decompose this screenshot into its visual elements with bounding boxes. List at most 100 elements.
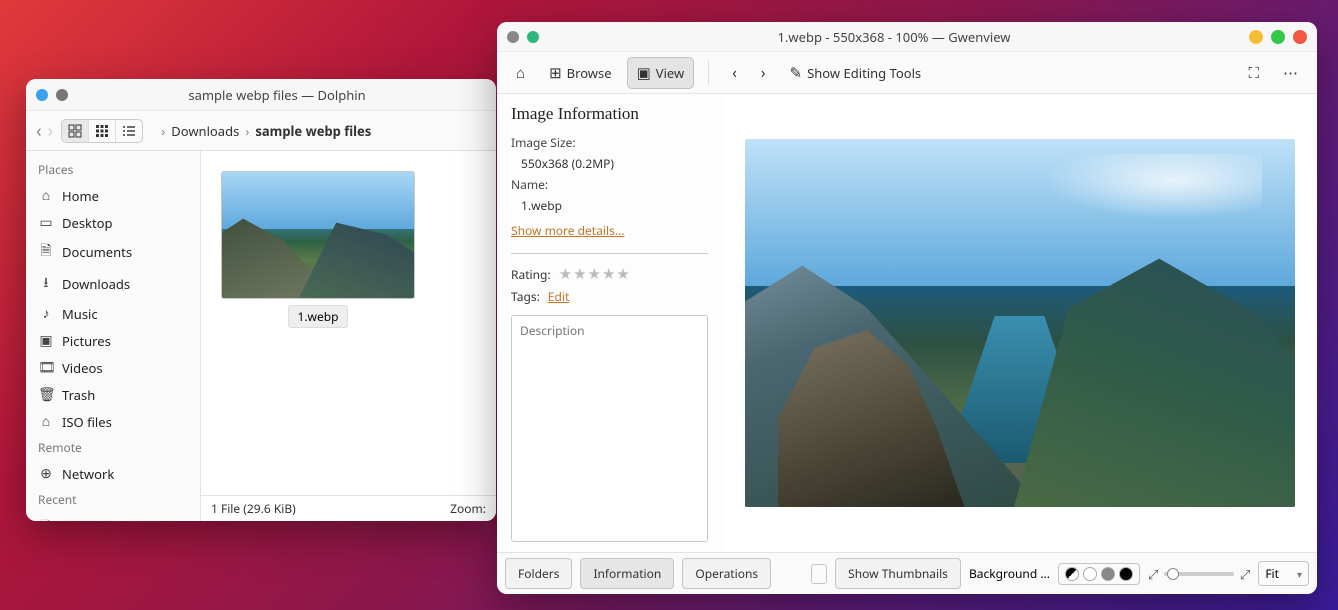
sidebar-item-desktop[interactable]: ▭ Desktop <box>26 209 200 236</box>
background-color-picker[interactable] <box>1058 563 1140 585</box>
sidebar-item-home[interactable]: ⌂Home <box>26 182 200 209</box>
sidebar-item-iso[interactable]: ⌂ISO files <box>26 408 200 435</box>
sidebar-item-recent-files[interactable]: 🗎Recent Files <box>26 512 200 521</box>
zoom-in-icon[interactable]: ⤢ <box>1240 565 1250 583</box>
image-viewer[interactable] <box>722 94 1317 552</box>
sidebar-item-label: Trash <box>62 386 95 404</box>
pictures-icon: ▣ <box>38 331 54 350</box>
next-button[interactable]: › <box>752 58 775 88</box>
bg-color-white[interactable] <box>1083 567 1097 581</box>
tags-edit-link[interactable]: Edit <box>548 288 569 305</box>
breadcrumb: › Downloads › sample webp files <box>161 122 371 140</box>
file-view: 1.webp 1 File (29.6 KiB) Zoom: <box>201 151 496 521</box>
bg-color-grey[interactable] <box>1101 567 1115 581</box>
browse-label: Browse <box>567 64 612 82</box>
gwenview-title: 1.webp - 550x368 - 100% — Gwenview <box>539 28 1249 46</box>
chevron-right-icon: › <box>761 63 766 83</box>
displayed-image <box>745 139 1295 507</box>
window-controls <box>36 89 68 101</box>
zoom-out-icon[interactable]: ⤢ <box>1148 565 1158 583</box>
minimize-button[interactable] <box>1249 30 1263 44</box>
file-item[interactable]: 1.webp <box>221 171 415 328</box>
prev-button[interactable]: ‹ <box>723 58 746 88</box>
gwenview-bottom-bar: Folders Information Operations Show Thum… <box>497 552 1317 594</box>
close-button[interactable] <box>1293 30 1307 44</box>
view-button[interactable]: ▣View <box>627 57 695 89</box>
music-icon: ♪ <box>38 304 54 323</box>
sidebar-item-label: ISO files <box>62 413 112 431</box>
tab-operations[interactable]: Operations <box>682 558 771 589</box>
view-icons-small-button[interactable] <box>89 120 116 142</box>
dolphin-titlebar: sample webp files — Dolphin <box>26 79 496 111</box>
rating-stars[interactable]: ★★★★★ <box>559 264 631 284</box>
forward-button[interactable]: › <box>48 119 54 143</box>
sidebar-item-network[interactable]: ⊕Network <box>26 460 200 487</box>
sidebar-item-label: Music <box>62 305 98 323</box>
sidebar-item-trash[interactable]: 🗑Trash <box>26 381 200 408</box>
sidebar-item-pictures[interactable]: ▣Pictures <box>26 327 200 354</box>
tab-folders[interactable]: Folders <box>505 558 572 589</box>
home-button[interactable]: ⌂ <box>507 58 534 88</box>
dolphin-statusbar: 1 File (29.6 KiB) Zoom: <box>201 495 496 521</box>
breadcrumb-sep: › <box>161 122 165 140</box>
gwenview-window: 1.webp - 550x368 - 100% — Gwenview ⌂ ⊞Br… <box>497 22 1317 594</box>
fit-dropdown[interactable]: Fit ▾ <box>1258 561 1309 586</box>
view-mode-group <box>61 119 143 143</box>
sidebar-item-downloads[interactable]: ⭳Downloads <box>26 268 200 300</box>
titlebar-dot-grey[interactable] <box>507 31 519 43</box>
sidebar-item-documents[interactable]: 🗎 Documents <box>26 236 200 268</box>
breadcrumb-downloads[interactable]: Downloads <box>171 122 239 140</box>
window-dot-grey[interactable] <box>56 89 68 101</box>
sidebar-item-label: Downloads <box>62 275 130 293</box>
chevron-down-icon: ▾ <box>1297 567 1302 581</box>
sidebar-item-label: Desktop <box>62 214 113 232</box>
show-more-details-link[interactable]: Show more details... <box>511 222 708 239</box>
status-text: 1 File (29.6 KiB) <box>211 500 296 517</box>
show-thumbnails-button[interactable]: Show Thumbnails <box>835 558 961 589</box>
zoom-label: Zoom: <box>450 500 486 517</box>
image-size-value: 550x368 (0.2MP) <box>511 155 708 172</box>
maximize-button[interactable] <box>1271 30 1285 44</box>
thumbnail-toggle-icon[interactable] <box>811 564 827 584</box>
description-input[interactable] <box>511 315 708 542</box>
document-icon: 🗎 <box>38 240 54 264</box>
gwenview-titlebar: 1.webp - 550x368 - 100% — Gwenview <box>497 22 1317 52</box>
window-dot-blue[interactable] <box>36 89 48 101</box>
information-panel: Image Information Image Size: 550x368 (0… <box>497 94 722 552</box>
fullscreen-button[interactable]: ⛶ <box>1239 58 1268 88</box>
tags-label: Tags: <box>511 288 540 305</box>
zoom-slider[interactable]: ⤢ ⤢ <box>1148 565 1250 583</box>
sidebar-item-label: Documents <box>62 243 132 261</box>
desktop-icon: ▭ <box>38 213 54 232</box>
gwenview-toolbar: ⌂ ⊞Browse ▣View ‹ › ✎Show Editing Tools … <box>497 52 1317 94</box>
dolphin-window: sample webp files — Dolphin ‹ › › Downlo… <box>26 79 496 521</box>
home-icon: ⌂ <box>38 186 54 205</box>
bg-color-black[interactable] <box>1119 567 1133 581</box>
titlebar-dot-green[interactable] <box>527 31 539 43</box>
sidebar-item-music[interactable]: ♪ Music <box>26 300 200 327</box>
zoom-track[interactable] <box>1164 572 1234 576</box>
sidebar-item-label: Network <box>62 465 114 483</box>
tab-information[interactable]: Information <box>580 558 674 589</box>
bg-color-auto[interactable] <box>1065 567 1079 581</box>
zoom-knob[interactable] <box>1167 568 1179 580</box>
browse-button[interactable]: ⊞Browse <box>540 58 621 88</box>
breadcrumb-current[interactable]: sample webp files <box>255 122 371 140</box>
remote-section-label: Remote <box>26 435 200 460</box>
fit-label: Fit <box>1265 565 1279 582</box>
view-list-button[interactable] <box>116 120 142 142</box>
back-button[interactable]: ‹ <box>36 119 42 143</box>
sidebar-item-label: Videos <box>62 359 103 377</box>
sidebar-item-videos[interactable]: 🎞Videos <box>26 354 200 381</box>
info-heading: Image Information <box>511 104 708 124</box>
places-section-label: Places <box>26 157 200 182</box>
view-icons-large-button[interactable] <box>62 120 89 142</box>
show-editing-button[interactable]: ✎Show Editing Tools <box>781 58 931 88</box>
recent-section-label: Recent <box>26 487 200 512</box>
view-label: View <box>656 64 684 82</box>
image-name-value: 1.webp <box>511 197 708 214</box>
menu-button[interactable]: ⋯ <box>1274 58 1307 88</box>
info-separator <box>511 253 708 254</box>
fullscreen-icon: ⛶ <box>1248 63 1259 83</box>
window-controls <box>1249 30 1307 44</box>
